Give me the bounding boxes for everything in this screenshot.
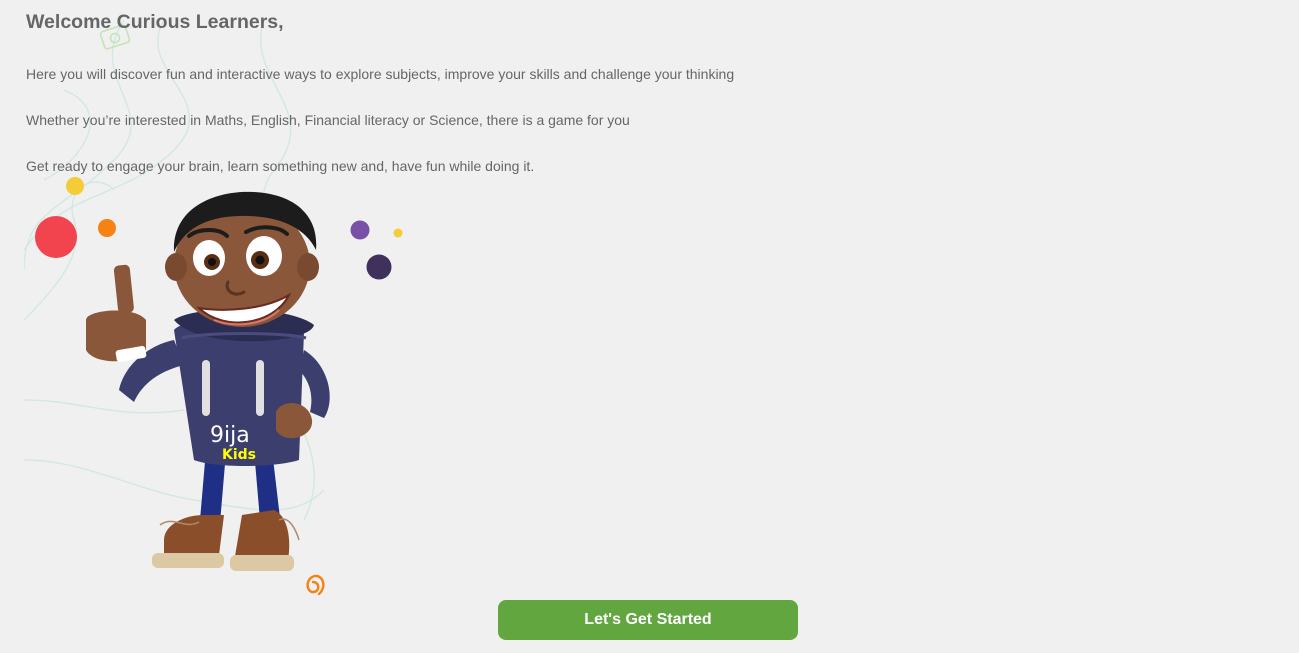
pointing-hand <box>86 264 147 363</box>
page-title: Welcome Curious Learners, <box>26 11 284 33</box>
small-yellow-dot <box>393 228 403 238</box>
get-started-button[interactable]: Let's Get Started <box>498 600 798 640</box>
orange-dot <box>98 219 116 237</box>
welcome-page: 9ija Kids Welcome Curious Learners, Here… <box>0 0 1299 653</box>
subjects-paragraph: Whether you’re interested in Maths, Engl… <box>26 112 630 128</box>
purple-dot <box>350 220 370 240</box>
yellow-dot <box>66 177 84 195</box>
mascot-character: 9ija Kids <box>86 191 330 571</box>
engage-paragraph: Get ready to engage your brain, learn so… <box>26 158 535 174</box>
mascot-illustration: 9ija Kids <box>24 20 403 596</box>
shirt-sub-text: Kids <box>222 447 256 463</box>
dark-purple-dot <box>366 254 392 280</box>
intro-paragraph: Here you will discover fun and interacti… <box>26 66 735 82</box>
red-dot <box>35 216 77 258</box>
shirt-brand-text: 9ija <box>210 423 250 448</box>
orange-swirl-icon <box>306 574 325 596</box>
